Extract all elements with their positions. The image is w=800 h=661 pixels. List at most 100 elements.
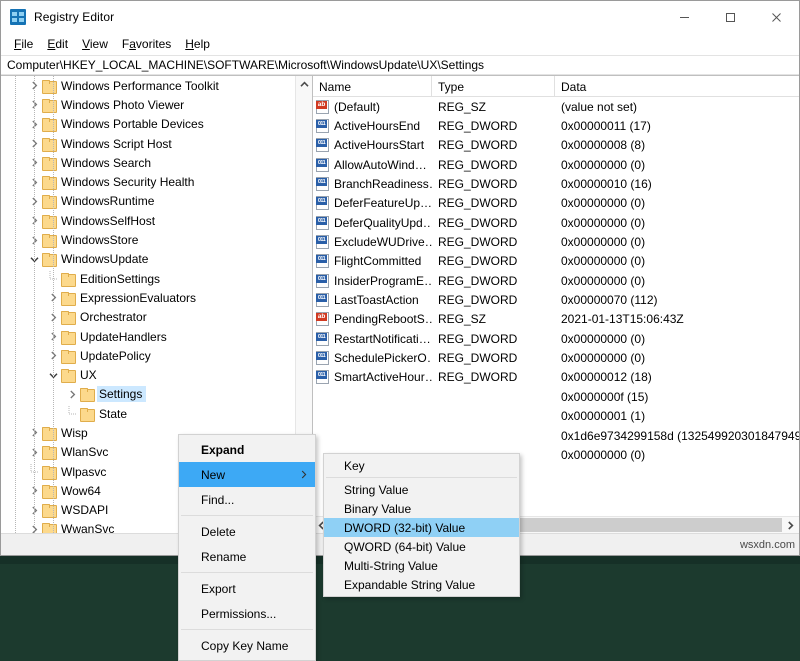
value-data-cell: 0x0000000f (15): [555, 390, 799, 404]
folder-icon: [61, 292, 74, 304]
close-button[interactable]: [753, 1, 799, 33]
values-list-header: Name Type Data: [313, 76, 799, 97]
value-name: (Default): [334, 100, 380, 114]
column-header-type[interactable]: Type: [432, 76, 555, 97]
tree-node[interactable]: State: [1, 404, 312, 423]
value-name: DeferFeatureUp…: [334, 196, 432, 210]
chevron-right-icon[interactable]: [64, 386, 80, 402]
value-name: LastToastAction: [334, 293, 419, 307]
folder-icon: [61, 273, 74, 285]
context-menu-item[interactable]: Delete: [179, 519, 315, 544]
value-name: BranchReadiness…: [334, 177, 432, 191]
tree-node[interactable]: Windows Photo Viewer: [1, 95, 312, 114]
tree-node[interactable]: Windows Performance Toolkit: [1, 76, 312, 95]
value-name: ActiveHoursStart: [334, 138, 424, 152]
context-menu-item[interactable]: Find...: [179, 487, 315, 512]
tree-node[interactable]: UX: [1, 365, 312, 384]
value-data-cell: 0x00000070 (112): [555, 293, 799, 307]
tree-node-label: Orchestrator: [80, 310, 147, 324]
value-data-cell: 0x00000000 (0): [555, 351, 799, 365]
context-menu-item[interactable]: Expand: [179, 437, 315, 462]
tree-node-label: UpdateHandlers: [80, 330, 167, 344]
table-row[interactable]: 011DeferFeatureUp…REG_DWORD0x00000000 (0…: [313, 194, 799, 213]
column-header-name[interactable]: Name: [313, 76, 432, 97]
tree-node[interactable]: UpdateHandlers: [1, 327, 312, 346]
value-name: SchedulePickerO…: [334, 351, 432, 365]
tree-node[interactable]: EditionSettings: [1, 269, 312, 288]
menu-help[interactable]: Help: [178, 35, 217, 54]
tree-node[interactable]: Settings: [1, 385, 312, 404]
tree-node[interactable]: Windows Script Host: [1, 134, 312, 153]
table-row[interactable]: 011ActiveHoursEndREG_DWORD0x00000011 (17…: [313, 116, 799, 135]
value-name: FlightCommitted: [334, 254, 421, 268]
value-type-cell: REG_DWORD: [432, 351, 555, 365]
table-row[interactable]: 0x0000000f (15): [313, 387, 799, 406]
main-split: Windows Performance ToolkitWindows Photo…: [1, 75, 799, 533]
context-menu-item[interactable]: New: [179, 462, 315, 487]
submenu-item[interactable]: Binary Value: [324, 499, 519, 518]
value-name-cell: ab(Default): [313, 100, 432, 114]
table-row[interactable]: 011AllowAutoWind…REG_DWORD0x00000000 (0): [313, 155, 799, 174]
tree-node[interactable]: WindowsRuntime: [1, 192, 312, 211]
submenu-item[interactable]: Multi-String Value: [324, 556, 519, 575]
maximize-button[interactable]: [707, 1, 753, 33]
dword-value-icon: 011: [316, 119, 330, 133]
table-row[interactable]: 011ExcludeWUDrive…REG_DWORD0x00000000 (0…: [313, 232, 799, 251]
table-row[interactable]: 011InsiderProgramE…REG_DWORD0x00000000 (…: [313, 271, 799, 290]
chevron-right-icon[interactable]: [782, 517, 799, 534]
menu-favorites[interactable]: Favorites: [115, 35, 178, 54]
table-row[interactable]: ab(Default)REG_SZ(value not set): [313, 97, 799, 116]
table-row[interactable]: 011LastToastActionREG_DWORD0x00000070 (1…: [313, 290, 799, 309]
value-name-cell: 011AllowAutoWind…: [313, 158, 432, 172]
table-row[interactable]: 011DeferQualityUpd…REG_DWORD0x00000000 (…: [313, 213, 799, 232]
tree-node[interactable]: WindowsUpdate: [1, 250, 312, 269]
tree-context-menu: ExpandNewFind... Delete Rename ExportPermis…: [178, 434, 316, 661]
chevron-up-icon[interactable]: [296, 76, 313, 93]
tree-node-label: Windows Portable Devices: [61, 117, 204, 131]
table-row[interactable]: 011SchedulePickerO…REG_DWORD0x00000000 (…: [313, 348, 799, 367]
string-value-icon: ab: [316, 312, 330, 326]
value-name: SmartActiveHour…: [334, 370, 432, 384]
submenu-item[interactable]: QWORD (64-bit) Value: [324, 537, 519, 556]
dword-value-icon: 011: [316, 138, 330, 152]
window-controls: [661, 1, 799, 33]
tree-node[interactable]: Windows Security Health: [1, 172, 312, 191]
dword-value-icon: 011: [316, 235, 330, 249]
tree-node[interactable]: WindowsSelfHost: [1, 211, 312, 230]
value-name-cell: 011SchedulePickerO…: [313, 351, 432, 365]
table-row[interactable]: 011RestartNotificati…REG_DWORD0x00000000…: [313, 329, 799, 348]
table-row[interactable]: 011FlightCommittedREG_DWORD0x00000000 (0…: [313, 252, 799, 271]
tree-node[interactable]: WindowsStore: [1, 230, 312, 249]
table-row[interactable]: 011ActiveHoursStartREG_DWORD0x00000008 (…: [313, 136, 799, 155]
context-menu-item-label: Rename: [201, 550, 246, 564]
tree-node[interactable]: Windows Search: [1, 153, 312, 172]
table-row[interactable]: 011BranchReadiness…REG_DWORD0x00000010 (…: [313, 174, 799, 193]
submenu-item[interactable]: Expandable String Value: [324, 575, 519, 594]
submenu-item[interactable]: Key: [324, 456, 519, 475]
folder-icon: [80, 408, 93, 420]
tree-node[interactable]: Orchestrator: [1, 308, 312, 327]
menu-edit[interactable]: Edit: [40, 35, 75, 54]
tree-node-label: WindowsRuntime: [61, 194, 154, 208]
tree-node[interactable]: ExpressionEvaluators: [1, 288, 312, 307]
address-bar[interactable]: Computer\HKEY_LOCAL_MACHINE\SOFTWARE\Mic…: [1, 55, 799, 75]
context-menu-item[interactable]: Rename: [179, 544, 315, 569]
submenu-item[interactable]: String Value: [324, 480, 519, 499]
menu-file[interactable]: File: [7, 35, 40, 54]
submenu-item[interactable]: DWORD (32-bit) Value: [324, 518, 519, 537]
value-name-cell: 011ActiveHoursEnd: [313, 119, 432, 133]
tree-node-label: Windows Security Health: [61, 175, 194, 189]
context-menu-item[interactable]: Export: [179, 576, 315, 601]
table-row[interactable]: abPendingRebootS…REG_SZ2021-01-13T15:06:…: [313, 310, 799, 329]
column-header-data[interactable]: Data: [555, 76, 799, 97]
minimize-button[interactable]: [661, 1, 707, 33]
tree-node[interactable]: UpdatePolicy: [1, 346, 312, 365]
menu-view[interactable]: View: [75, 35, 115, 54]
tree-node[interactable]: Windows Portable Devices: [1, 115, 312, 134]
table-row[interactable]: 011SmartActiveHour…REG_DWORD0x00000012 (…: [313, 368, 799, 387]
context-menu-item[interactable]: Copy Key Name: [179, 633, 315, 658]
folder-icon: [80, 388, 93, 400]
table-row[interactable]: 0x00000001 (1): [313, 407, 799, 426]
context-menu-item[interactable]: Permissions...: [179, 601, 315, 626]
table-row[interactable]: 0x1d6e9734299158d (132549920301847949): [313, 426, 799, 445]
